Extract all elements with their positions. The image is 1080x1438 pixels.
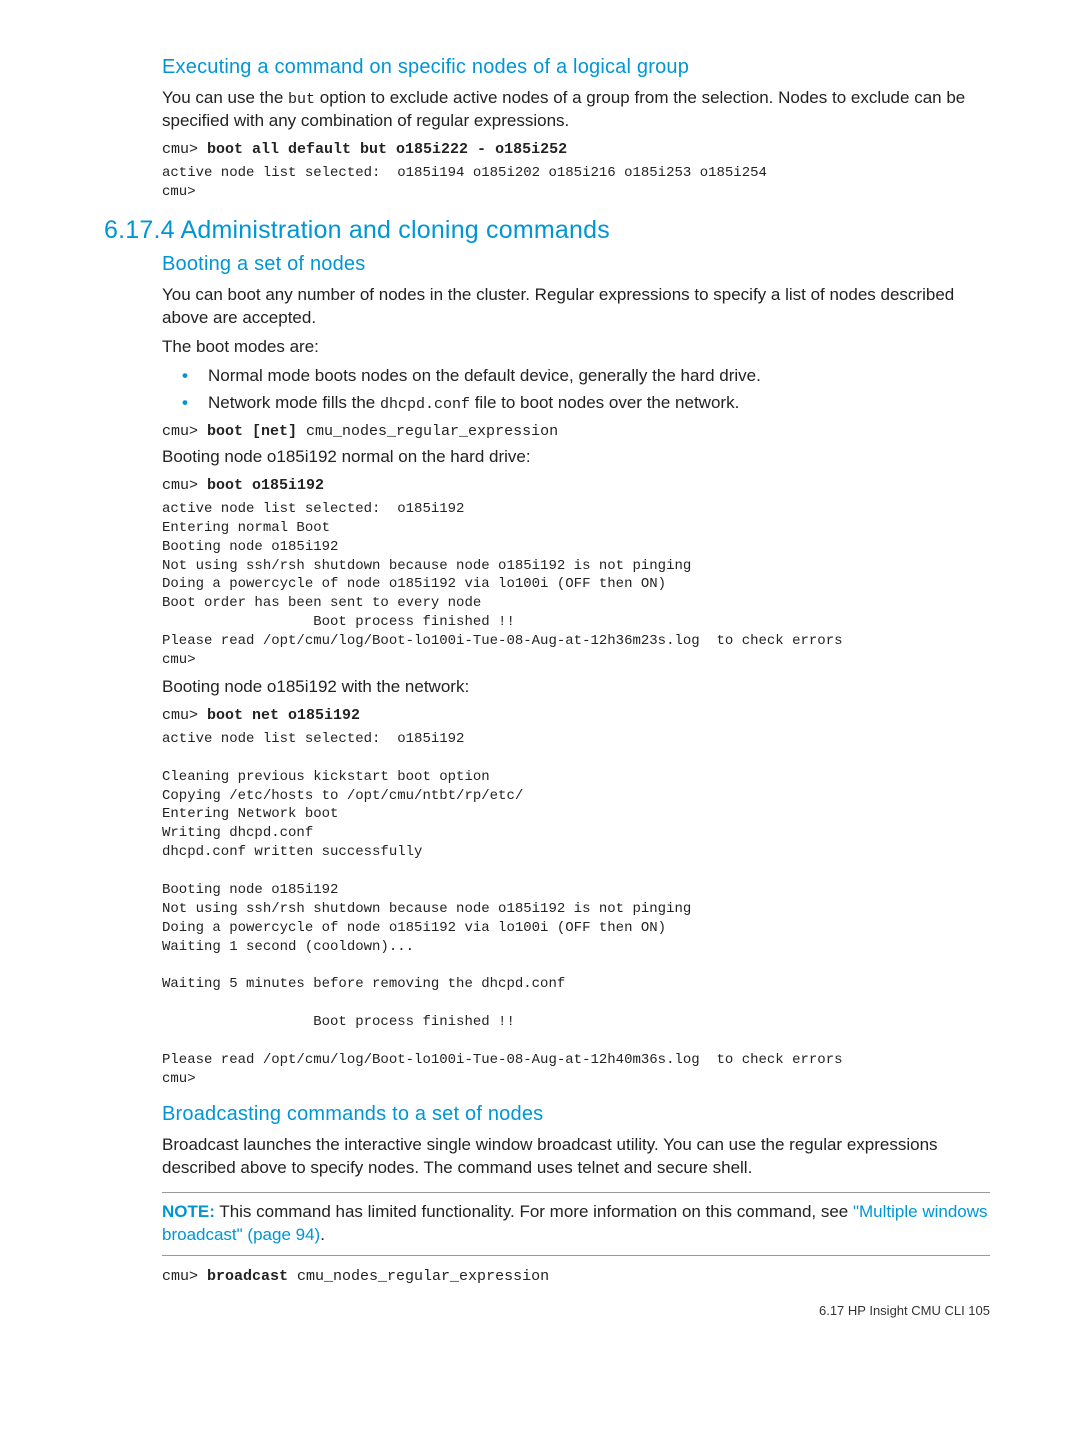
cmd-tail: cmu_nodes_regular_expression (297, 423, 558, 440)
cmd-bold: broadcast (207, 1268, 288, 1285)
cmd-boot-net: cmu> boot net o185i192 (162, 707, 990, 724)
cmd-bold: boot net o185i192 (207, 707, 360, 724)
code-but: but (288, 91, 315, 108)
code-dhcpd: dhcpd.conf (380, 396, 470, 413)
prompt: cmu> (162, 423, 207, 440)
text: file to boot nodes over the network. (470, 393, 739, 412)
cmd-boot-generic: cmu> boot [net] cmu_nodes_regular_expres… (162, 423, 990, 440)
cmd-bold: boot all default but o185i222 - o185i252 (207, 141, 567, 158)
heading-booting: Booting a set of nodes (162, 253, 990, 276)
heading-executing: Executing a command on specific nodes of… (162, 56, 990, 79)
prompt: cmu> (162, 1268, 207, 1285)
para-boot-1: You can boot any number of nodes in the … (162, 284, 990, 330)
out-exec: active node list selected: o185i194 o185… (162, 164, 990, 202)
text: You can use the (162, 88, 288, 107)
list-item: Normal mode boots nodes on the default d… (182, 365, 990, 388)
para-exec-intro: You can use the but option to exclude ac… (162, 87, 990, 133)
text: This command has limited functionality. … (215, 1202, 853, 1221)
page-footer: 6.17 HP Insight CMU CLI 105 (90, 1303, 990, 1318)
list-item: Network mode fills the dhcpd.conf file t… (182, 392, 990, 415)
note-broadcast: NOTE: This command has limited functiona… (162, 1192, 990, 1256)
text: Network mode fills the (208, 393, 380, 412)
para-boot-3: Booting node o185i192 normal on the hard… (162, 446, 990, 469)
para-boot-4: Booting node o185i192 with the network: (162, 676, 990, 699)
page: Executing a command on specific nodes of… (0, 0, 1080, 1358)
prompt: cmu> (162, 707, 207, 724)
section-admin: 6.17.4 Administration and cloning comman… (162, 216, 990, 1285)
cmd-broadcast: cmu> broadcast cmu_nodes_regular_express… (162, 1268, 990, 1285)
cmd-bold: boot o185i192 (207, 477, 324, 494)
cmd-tail: cmu_nodes_regular_expression (288, 1268, 549, 1285)
para-broadcast-1: Broadcast launches the interactive singl… (162, 1134, 990, 1180)
text: Normal mode boots nodes on the default d… (208, 366, 761, 385)
heading-admin: 6.17.4 Administration and cloning comman… (104, 216, 990, 245)
note-label: NOTE: (162, 1202, 215, 1221)
text: . (320, 1225, 325, 1244)
prompt: cmu> (162, 477, 207, 494)
para-boot-2: The boot modes are: (162, 336, 990, 359)
cmd-exec: cmu> boot all default but o185i222 - o18… (162, 141, 990, 158)
out-boot-net: active node list selected: o185i192 Clea… (162, 730, 990, 1089)
bullets-boot-modes: Normal mode boots nodes on the default d… (162, 365, 990, 415)
cmd-bold: boot [net] (207, 423, 297, 440)
prompt: cmu> (162, 141, 207, 158)
cmd-boot-normal: cmu> boot o185i192 (162, 477, 990, 494)
section-executing: Executing a command on specific nodes of… (162, 56, 990, 202)
out-boot-normal: active node list selected: o185i192 Ente… (162, 500, 990, 670)
heading-broadcast: Broadcasting commands to a set of nodes (162, 1103, 990, 1126)
